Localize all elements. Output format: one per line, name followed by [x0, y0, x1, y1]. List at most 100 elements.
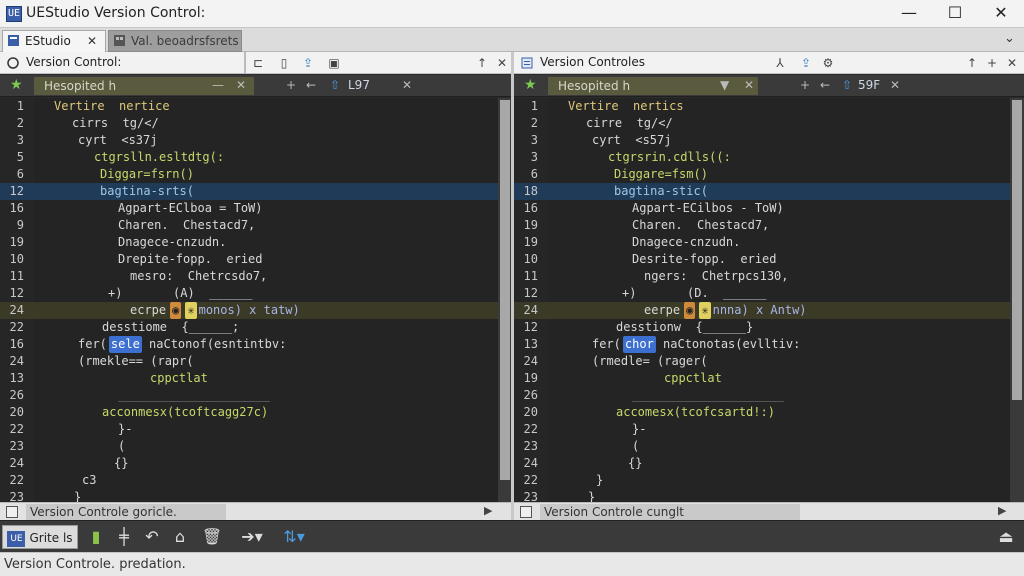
code-line[interactable]: 18 bagtina-stic(: [514, 183, 1024, 200]
code-line[interactable]: 24 (rmedle= (rager(: [514, 353, 1024, 370]
code-line[interactable]: 3 cyrt <s37j: [0, 132, 512, 149]
settings-icon[interactable]: ⚙: [820, 55, 836, 71]
plus-icon[interactable]: +: [800, 78, 810, 92]
code-line[interactable]: 22 desstiome {______;: [0, 319, 512, 336]
scroll-right-icon[interactable]: ▶: [998, 504, 1006, 517]
merge-marker-icon[interactable]: ✳: [185, 302, 197, 319]
plus-icon[interactable]: +: [984, 55, 1000, 71]
tab-close-icon[interactable]: ✕: [87, 31, 97, 51]
compare-left-icon[interactable]: ⊏: [250, 55, 266, 71]
code-line[interactable]: 23 (: [514, 438, 1024, 455]
code-line[interactable]: 13 fer(chor naCtonotas(evlltiv:: [514, 336, 1024, 353]
code-line[interactable]: 12 +) (A) ______: [0, 285, 512, 302]
scroll-right-icon[interactable]: ▶: [484, 504, 492, 517]
code-line[interactable]: 3 cyrt <s57j: [514, 132, 1024, 149]
up-arrow-icon[interactable]: ⇧: [842, 78, 852, 92]
code-line[interactable]: 16 fer(sele naCtonof(esntintbv:: [0, 336, 512, 353]
conflict-marker-icon[interactable]: ◉: [170, 302, 182, 319]
code-line[interactable]: 16 Agpart-ECilbos - ToW): [514, 200, 1024, 217]
code-line[interactable]: 5 ctgrslln.esltdtg(:: [0, 149, 512, 166]
home-icon[interactable]: ⌂: [168, 525, 192, 549]
close-pane-icon[interactable]: ✕: [1004, 55, 1020, 71]
undo-icon[interactable]: ↶: [140, 525, 164, 549]
close-icon[interactable]: ✕: [744, 78, 754, 92]
code-line[interactable]: 26 _____________________: [514, 387, 1024, 404]
code-line[interactable]: 24 {}: [514, 455, 1024, 472]
panel-icon[interactable]: ▣: [326, 55, 342, 71]
code-line[interactable]: 11 mesro: Chetrcsdo7,: [0, 268, 512, 285]
upload-icon[interactable]: ⇪: [798, 55, 814, 71]
checkbox-icon[interactable]: [520, 506, 532, 518]
right-scrollbar[interactable]: [1010, 98, 1024, 502]
code-line[interactable]: 12 desstionw {______}: [514, 319, 1024, 336]
arrow-left-icon[interactable]: ←: [820, 78, 830, 92]
up-arrow-icon[interactable]: ⇧: [330, 78, 340, 92]
code-line[interactable]: 6 Diggare=fsm(): [514, 166, 1024, 183]
code-line[interactable]: 22}-: [0, 421, 512, 438]
code-line[interactable]: 23}: [514, 489, 1024, 502]
maximize-button[interactable]: ☐: [932, 2, 978, 26]
eject-icon[interactable]: ⏏: [994, 525, 1018, 549]
code-line[interactable]: 24 ecrpe ◉ ✳ monos) x tatw): [0, 302, 512, 319]
code-line[interactable]: 22}: [514, 472, 1024, 489]
code-line[interactable]: 20 accomesx(tcofcsartd!:): [514, 404, 1024, 421]
tab-overflow-chevron-icon[interactable]: ⌄: [1004, 31, 1015, 46]
trash-icon[interactable]: 🗑: [200, 525, 224, 549]
code-line[interactable]: 9 Charen. Chestacd7,: [0, 217, 512, 234]
code-line[interactable]: 24 {}: [0, 455, 512, 472]
scroll-thumb[interactable]: [500, 100, 510, 480]
code-line[interactable]: 11 ngers: Chetrpcs130,: [514, 268, 1024, 285]
left-code-editor[interactable]: 1 Vertire nertice 2 cirrs tg/</ 3 cyrt <s37j 5…: [0, 98, 512, 502]
code-line[interactable]: 1 Vertire nertics: [514, 98, 1024, 115]
upload-icon[interactable]: ⇪: [300, 55, 316, 71]
close-pane-icon[interactable]: ✕: [494, 55, 510, 71]
star-icon[interactable]: ★: [10, 77, 23, 93]
star-icon[interactable]: ★: [524, 77, 537, 93]
arrow-up-icon[interactable]: ↑: [964, 55, 980, 71]
code-line[interactable]: 10 Desrite-fopp. eried: [514, 251, 1024, 268]
code-line[interactable]: 19 Dnagece-cnzudn.: [514, 234, 1024, 251]
branch-icon[interactable]: ⅄: [772, 55, 788, 71]
code-line[interactable]: 19 Charen. Chestacd7,: [514, 217, 1024, 234]
minimize-button[interactable]: —: [886, 2, 932, 26]
code-line[interactable]: 26 _____________________: [0, 387, 512, 404]
selected-token[interactable]: sele: [108, 336, 142, 353]
conflict-marker-icon[interactable]: ◉: [684, 302, 696, 319]
code-line[interactable]: 20 acconmesx(tcoftcagg27c): [0, 404, 512, 421]
scroll-thumb[interactable]: [1012, 100, 1022, 400]
close-icon[interactable]: ✕: [402, 78, 412, 92]
selected-token[interactable]: chor: [622, 336, 656, 353]
code-line[interactable]: 22 c3: [0, 472, 512, 489]
code-line[interactable]: 12 +) (D. ______: [514, 285, 1024, 302]
code-line[interactable]: 24 eerpe ◉ ✳ nnna) x Antw): [514, 302, 1024, 319]
merge-marker-icon[interactable]: ✳: [699, 302, 711, 319]
plus-icon[interactable]: +: [286, 78, 296, 92]
code-line[interactable]: 23 (: [0, 438, 512, 455]
tab-val[interactable]: Val. beoadrsfsrets: [108, 30, 242, 52]
merge-icon[interactable]: ╪: [112, 525, 136, 549]
file-icon[interactable]: ▯: [276, 55, 292, 71]
book-icon[interactable]: ▮: [84, 525, 108, 549]
grite-ls-button[interactable]: UE Grite ls: [2, 525, 78, 549]
code-line[interactable]: 2 cirrs tg/</: [0, 115, 512, 132]
code-line[interactable]: 1 Vertire nertice: [0, 98, 512, 115]
close-icon[interactable]: ✕: [890, 78, 900, 92]
arrow-up-icon[interactable]: ↑: [474, 55, 490, 71]
code-line[interactable]: 23}: [0, 489, 512, 502]
code-line[interactable]: 19 Dnagece-cnzudn.: [0, 234, 512, 251]
checkbox-icon[interactable]: [6, 506, 18, 518]
code-line[interactable]: 12 bagtina-srts(: [0, 183, 512, 200]
minus-icon[interactable]: —: [212, 78, 224, 92]
right-code-editor[interactable]: 1 Vertire nertics 2 cirre tg/</3 cyrt <s57j 3…: [514, 98, 1024, 502]
code-line[interactable]: 22}-: [514, 421, 1024, 438]
close-icon[interactable]: ✕: [236, 78, 246, 92]
arrow-left-icon[interactable]: ←: [306, 78, 316, 92]
filter-dropdown-icon[interactable]: ⇅▾: [276, 525, 312, 549]
tab-estudio[interactable]: EStudio ✕: [2, 30, 106, 52]
code-line[interactable]: 10 Drepite-fopp. eried: [0, 251, 512, 268]
forward-dropdown-icon[interactable]: ➔▾: [234, 525, 270, 549]
code-line[interactable]: 6 Diggar=fsrn(): [0, 166, 512, 183]
code-line[interactable]: 2 cirre tg/</: [514, 115, 1024, 132]
close-window-button[interactable]: ✕: [978, 2, 1024, 26]
code-line[interactable]: 3 ctgrsrin.cdlls((:: [514, 149, 1024, 166]
